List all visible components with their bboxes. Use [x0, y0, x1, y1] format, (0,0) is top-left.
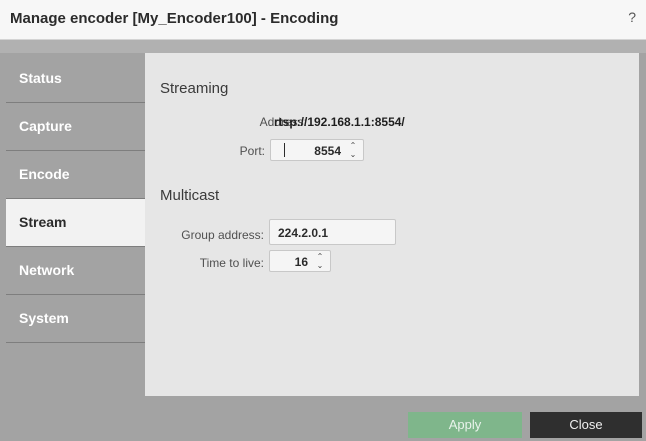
chevron-up-icon[interactable]: ⌃	[314, 252, 326, 261]
sidebar-item-status[interactable]: Status	[6, 55, 145, 103]
multicast-section-title: Multicast	[160, 187, 220, 204]
chevron-down-icon[interactable]: ⌄	[347, 150, 359, 159]
window-title: Manage encoder [My_Encoder100] - Encodin…	[10, 10, 339, 27]
sidebar-item-label: Capture	[19, 118, 72, 134]
address-value: rtsp://192.168.1.1:8554/	[274, 115, 405, 129]
sidebar-item-system[interactable]: System	[6, 295, 145, 343]
sidebar-item-label: Network	[19, 262, 75, 278]
sidebar: Status Capture Encode Stream Network Sys…	[6, 55, 146, 395]
sidebar-item-capture[interactable]: Capture	[6, 103, 145, 151]
group-address-field[interactable]: 224.2.0.1	[269, 219, 396, 245]
streaming-section-title: Streaming	[160, 80, 229, 97]
help-button[interactable]: ?	[628, 9, 636, 25]
top-strip	[0, 40, 646, 53]
text-caret	[284, 143, 285, 157]
chevron-down-icon[interactable]: ⌄	[314, 261, 326, 270]
title-bar: Manage encoder [My_Encoder100] - Encodin…	[0, 0, 646, 40]
group-address-label: Group address:	[181, 228, 264, 242]
sidebar-item-label: Stream	[19, 214, 67, 230]
ttl-spin-arrows[interactable]: ⌃ ⌄	[314, 252, 326, 270]
sidebar-item-encode[interactable]: Encode	[6, 151, 145, 199]
chevron-up-icon[interactable]: ⌃	[347, 141, 359, 150]
sidebar-item-label: Encode	[19, 166, 70, 182]
port-value: 8554	[314, 144, 341, 158]
port-stepper[interactable]: 8554 ⌃ ⌄	[270, 139, 364, 161]
manage-encoder-dialog: Manage encoder [My_Encoder100] - Encodin…	[0, 0, 646, 441]
time-to-live-stepper[interactable]: 16 ⌃ ⌄	[269, 250, 331, 272]
stream-settings-panel: Streaming Address: rtsp://192.168.1.1:85…	[145, 53, 639, 396]
port-spin-arrows[interactable]: ⌃ ⌄	[347, 141, 359, 159]
close-button[interactable]: Close	[530, 412, 642, 438]
port-label: Port:	[239, 144, 265, 158]
sidebar-item-label: System	[19, 310, 69, 326]
sidebar-item-network[interactable]: Network	[6, 247, 145, 295]
time-to-live-value: 16	[294, 255, 308, 269]
time-to-live-label: Time to live:	[199, 256, 264, 270]
sidebar-item-label: Status	[19, 70, 62, 86]
apply-button[interactable]: Apply	[408, 412, 522, 438]
sidebar-item-stream[interactable]: Stream	[6, 199, 146, 247]
